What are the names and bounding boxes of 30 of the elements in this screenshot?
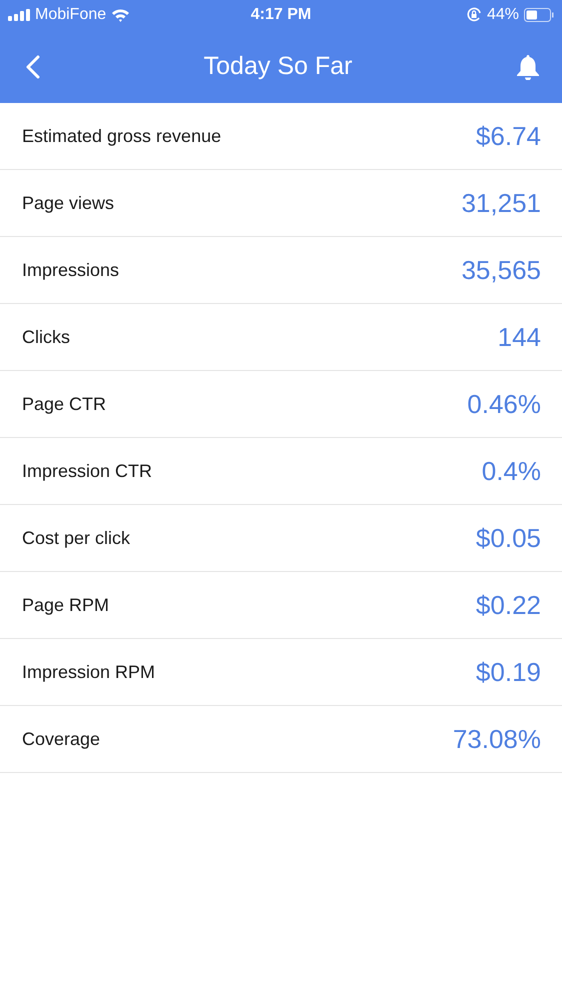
- metric-label: Estimated gross revenue: [22, 126, 222, 146]
- clock-time: 4:17 PM: [250, 6, 312, 24]
- metric-value: 35,565: [461, 254, 541, 286]
- battery-icon: [524, 8, 554, 22]
- metric-label: Impression RPM: [22, 662, 156, 682]
- metric-label: Coverage: [22, 728, 100, 750]
- rotation-lock-icon: [466, 7, 482, 23]
- metric-value: 73.08%: [452, 724, 541, 754]
- wifi-icon: [111, 8, 130, 22]
- signal-icon: [8, 9, 30, 21]
- metric-label: Impression CTR: [22, 460, 152, 482]
- metric-label: Impressions: [22, 260, 120, 280]
- metric-value: 0.4%: [482, 456, 541, 486]
- battery-percent: 44%: [486, 6, 519, 24]
- metric-value: 31,251: [461, 188, 541, 218]
- metric-label: Page CTR: [22, 394, 106, 414]
- metric-value: $0.19: [476, 656, 541, 688]
- metric-label: Clicks: [22, 326, 70, 348]
- metric-value: $6.74: [476, 120, 541, 152]
- back-icon[interactable]: [26, 54, 40, 78]
- carrier-name: MobiFone: [35, 6, 106, 24]
- metric-value: 0.46%: [467, 388, 541, 420]
- metric-label: Cost per click: [22, 528, 130, 548]
- metric-value: 144: [498, 322, 541, 352]
- metric-value: $0.05: [476, 522, 541, 554]
- page-title: Today So Far: [204, 52, 352, 81]
- metric-value: $0.22: [476, 590, 541, 620]
- metric-label: Page views: [22, 192, 114, 214]
- metric-label: Page RPM: [22, 594, 110, 616]
- bell-icon[interactable]: [516, 54, 540, 80]
